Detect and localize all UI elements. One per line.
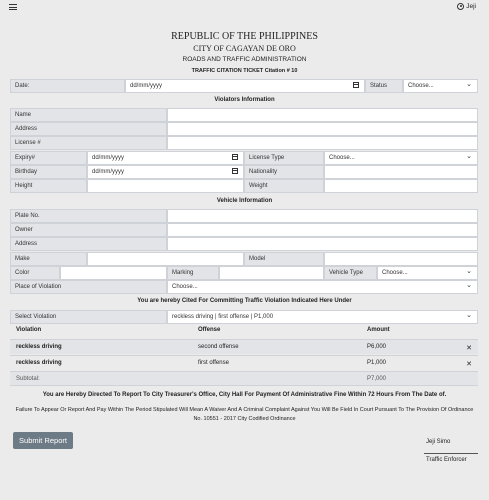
place-label: Place of Violation	[10, 280, 167, 294]
birthday-label: Birthday	[10, 165, 87, 179]
license-type-label: License Type	[244, 151, 324, 165]
enforcer-title: Traffic Enforcer	[426, 457, 467, 463]
height-input[interactable]	[87, 179, 244, 193]
name-label: Name	[10, 108, 167, 122]
violation-cell: reckless driving	[16, 344, 62, 350]
user-icon	[457, 3, 465, 10]
height-label: Height	[10, 179, 87, 193]
birthday-placeholder: dd/mm/yyyy	[92, 169, 125, 175]
subtotal-row: Subtotal: P7,000	[10, 371, 478, 386]
violation-cell: reckless driving	[16, 360, 62, 366]
vehicle-type-value: Choose...	[382, 270, 408, 276]
top-bar: Jeji	[0, 0, 489, 15]
vehicle-section-title: Vehicle Information	[216, 198, 273, 204]
table-row: reckless driving first offense P1,000 ✕	[10, 355, 478, 370]
place-select[interactable]: Choose...	[167, 280, 478, 294]
ticket-title: TRAFFIC CITATION TICKET Citation # 10	[191, 68, 298, 74]
status-value: Choose...	[408, 83, 434, 89]
nationality-label: Nationality	[244, 165, 324, 179]
calendar-icon[interactable]	[232, 154, 238, 160]
col-offense: Offense	[198, 327, 221, 333]
violation-select[interactable]: reckless driving | first offense | P1,00…	[167, 310, 478, 324]
place-value: Choose...	[172, 284, 198, 290]
subtotal-value: P7,000	[367, 376, 387, 382]
subtotal-label: Subtotal:	[16, 376, 40, 382]
header-republic: REPUBLIC OF THE PHILIPPINES	[171, 31, 318, 42]
license-input[interactable]	[167, 136, 478, 150]
payment-notice: You are Hereby Directed To Report To Cit…	[42, 392, 447, 398]
make-input[interactable]	[87, 252, 244, 266]
marking-input[interactable]	[219, 266, 324, 280]
amount-cell: P1,000	[367, 360, 387, 366]
nationality-input[interactable]	[324, 165, 478, 179]
model-label: Model	[244, 252, 324, 266]
header-city: CITY OF CAGAYAN DE ORO	[193, 44, 296, 53]
weight-input[interactable]	[324, 179, 478, 193]
date-label: Date:	[10, 79, 125, 93]
violation-select-value: reckless driving | first offense | P1,00…	[172, 314, 274, 320]
col-amount: Amount	[367, 327, 390, 333]
user-menu[interactable]: Jeji	[457, 3, 476, 10]
header-agency: ROADS AND TRAFFIC ADMINISTRATION	[182, 56, 307, 63]
name-input[interactable]	[167, 108, 478, 122]
remove-icon[interactable]: ✕	[466, 360, 472, 368]
expiry-placeholder: dd/mm/yyyy	[92, 155, 125, 161]
user-name: Jeji	[466, 3, 476, 10]
select-violation-label: Select Violation	[10, 310, 167, 324]
signature-line	[424, 453, 478, 454]
owner-label: Owner	[10, 223, 167, 237]
offense-cell: second offense	[198, 344, 239, 350]
menu-icon[interactable]	[9, 4, 17, 10]
col-violation: Violation	[16, 327, 42, 333]
address-label: Address	[10, 122, 167, 136]
table-row: reckless driving second offense P6,000 ✕	[10, 339, 478, 354]
offense-cell: first offense	[198, 360, 229, 366]
marking-label: Marking	[167, 266, 219, 280]
license-label: License #	[10, 136, 167, 150]
plate-label: Plate No.	[10, 209, 167, 223]
vehicle-address-label: Address	[10, 237, 167, 251]
color-input[interactable]	[60, 266, 167, 280]
status-label: Status	[365, 79, 403, 93]
date-input[interactable]: dd/mm/yyyy	[125, 79, 365, 93]
address-input[interactable]	[167, 122, 478, 136]
remove-icon[interactable]: ✕	[466, 344, 472, 352]
calendar-icon[interactable]	[353, 82, 359, 88]
amount-cell: P6,000	[367, 344, 387, 350]
violators-section-title: Violators Information	[214, 97, 275, 103]
license-type-value: Choose...	[329, 155, 355, 161]
vehicle-type-label: Vehicle Type	[324, 266, 377, 280]
license-type-select[interactable]: Choose...	[324, 151, 478, 165]
submit-report-button[interactable]: Submit Report	[13, 432, 73, 449]
status-select[interactable]: Choose...	[403, 79, 478, 93]
enforcer-name: Jeji Simo	[426, 439, 451, 445]
weight-label: Weight	[244, 179, 324, 193]
make-label: Make	[10, 252, 87, 266]
plate-input[interactable]	[167, 209, 478, 223]
calendar-icon[interactable]	[232, 168, 238, 174]
birthday-input[interactable]: dd/mm/yyyy	[87, 165, 244, 179]
expiry-label: Expiry#	[10, 151, 87, 165]
date-placeholder: dd/mm/yyyy	[130, 83, 163, 89]
failure-notice: Failure To Appear Or Report And Pay With…	[15, 407, 474, 422]
color-label: Color	[10, 266, 60, 280]
vehicle-type-select[interactable]: Choose...	[377, 266, 478, 280]
violations-table-header: Violation Offense Amount	[10, 324, 478, 338]
vehicle-address-input[interactable]	[167, 237, 478, 251]
violations-section-title: You are hereby Cited For Committing Traf…	[137, 298, 352, 304]
model-input[interactable]	[324, 252, 478, 266]
owner-input[interactable]	[167, 223, 478, 237]
expiry-input[interactable]: dd/mm/yyyy	[87, 151, 244, 165]
